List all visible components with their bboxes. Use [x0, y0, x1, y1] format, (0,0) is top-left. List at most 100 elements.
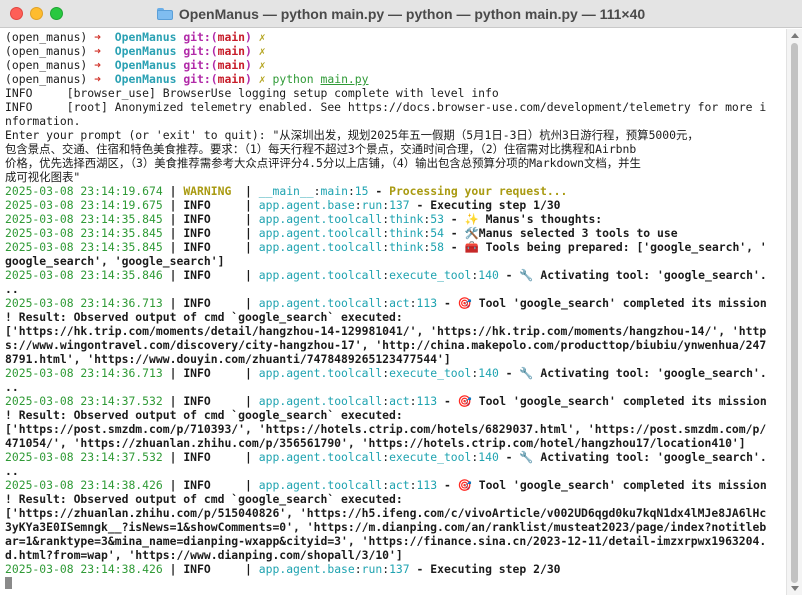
log-continuation-text: ! Result: Observed output of cmd `google…: [5, 408, 403, 422]
log-timestamp: 2025-03-08 23:14:35.845: [5, 226, 163, 240]
log-continuation: 8791.html', 'https://www.douyin.com/zhua…: [5, 352, 786, 366]
scroll-down-arrow-icon[interactable]: [791, 586, 799, 591]
log-separator: |: [238, 184, 259, 198]
log-continuation: s://www.wingontravel.com/discovery/city-…: [5, 338, 786, 352]
log-entry: 2025-03-08 23:14:35.845 | INFO | app.age…: [5, 226, 786, 240]
log-line-number: 140: [478, 366, 499, 380]
prompt-env: (open_manus): [5, 30, 95, 44]
log-continuation: ..: [5, 464, 786, 478]
cursor-line: [5, 576, 786, 590]
log-separator: |: [238, 268, 259, 282]
log-continuation-text: d.html?from=wap', 'https://www.dianping.…: [5, 548, 403, 562]
log-timestamp: 2025-03-08 23:14:35.846: [5, 268, 163, 282]
prompt-branch: main: [217, 30, 246, 44]
log-module: app.agent.toolcall: [258, 240, 383, 254]
user-prompt-text: 价格，优先选择西湖区，（3）美食推荐需参考大众点评评分4.5分以上店铺，（4）输…: [5, 156, 641, 170]
log-line-number: 137: [389, 198, 410, 212]
log-separator: |: [162, 478, 184, 492]
log-level: INFO: [183, 450, 239, 464]
log-function: execute_tool: [389, 366, 472, 380]
log-continuation: ! Result: Observed output of cmd `google…: [5, 408, 786, 422]
log-separator: |: [238, 562, 259, 576]
log-continuation-text: ! Result: Observed output of cmd `google…: [5, 310, 403, 324]
log-line-number: 113: [416, 296, 438, 310]
window-title: OpenManus — python main.py — python — py…: [178, 6, 646, 22]
log-line-number: 113: [416, 478, 438, 492]
terminal-output[interactable]: (open_manus) ➜ OpenManus git:(main) ✗ (op…: [0, 29, 786, 595]
prompt-git-close: ): [245, 72, 259, 86]
log-message: 🛠️Manus selected 3 tools to use: [464, 226, 678, 240]
prompt-git-close: ): [245, 58, 259, 72]
log-dash: -: [443, 226, 465, 240]
log-module: app.agent.toolcall: [258, 268, 383, 282]
scroll-up-arrow-icon[interactable]: [791, 33, 799, 38]
log-module: __main__: [258, 184, 314, 198]
user-prompt-text: 成可视化图表": [5, 170, 81, 184]
log-line-number: 53: [430, 212, 444, 226]
log-function: think: [389, 240, 424, 254]
log-continuation: 3yKYa3E0ISemngk__?isNews=1&showComments=…: [5, 520, 786, 534]
log-level: INFO: [183, 394, 239, 408]
shell-prompt-line: (open_manus) ➜ OpenManus git:(main) ✗: [5, 30, 786, 44]
log-separator: |: [238, 198, 259, 212]
folder-icon: [156, 8, 173, 20]
prompt-arrow-icon: ➜: [94, 72, 115, 86]
log-dash: -: [498, 450, 520, 464]
log-separator: |: [238, 394, 259, 408]
log-line-number: 140: [478, 450, 499, 464]
title-bar: OpenManus — python main.py — python — py…: [0, 0, 802, 28]
log-message: 🎯 Tool 'google_search' completed its mis…: [457, 296, 767, 310]
log-function: think: [389, 226, 424, 240]
log-module: app.agent.base: [258, 198, 355, 212]
log-separator: |: [162, 240, 184, 254]
log-function: think: [389, 212, 424, 226]
log-continuation-text: s://www.wingontravel.com/discovery/city-…: [5, 338, 767, 352]
info-text: INFO [browser_use] BrowserUse logging se…: [5, 86, 499, 100]
prompt-git-close: ): [245, 44, 259, 58]
prompt-git-label: git:(: [183, 72, 218, 86]
user-prompt-text: Enter your prompt (or 'exit' to quit): "…: [5, 128, 699, 142]
log-separator: |: [238, 478, 259, 492]
log-dash: -: [498, 268, 520, 282]
scrollbar-thumb[interactable]: [791, 43, 798, 583]
prompt-git-label: git:(: [183, 30, 218, 44]
log-line-number: 58: [430, 240, 444, 254]
log-message: Processing your request...: [389, 184, 568, 198]
log-continuation-text: 471054/', 'https://zhuanlan.zhihu.com/p/…: [5, 436, 746, 450]
log-function: act: [389, 296, 410, 310]
log-separator: |: [238, 226, 259, 240]
log-continuation-text: ..: [5, 282, 19, 296]
log-level: INFO: [183, 240, 239, 254]
log-continuation-text: ..: [5, 380, 19, 394]
prompt-git-close: ): [245, 30, 259, 44]
log-separator: |: [162, 366, 184, 380]
log-dash: -: [368, 184, 390, 198]
user-prompt-line: 成可视化图表": [5, 170, 786, 184]
log-dash: -: [437, 478, 458, 492]
log-module: app.agent.toolcall: [258, 394, 383, 408]
log-timestamp: 2025-03-08 23:14:37.532: [5, 450, 163, 464]
log-dash: -: [498, 366, 520, 380]
log-entry: 2025-03-08 23:14:19.674 | WARNING | __ma…: [5, 184, 786, 198]
log-dash: -: [409, 198, 431, 212]
log-continuation-text: 3yKYa3E0ISemngk__?isNews=1&showComments=…: [5, 520, 767, 534]
prompt-command-arg: main.py: [320, 72, 369, 86]
log-continuation-text: ..: [5, 464, 19, 478]
log-continuation: ar=1&ranktype=3&mina_name=dianping-wxapp…: [5, 534, 786, 548]
prompt-env: (open_manus): [5, 44, 95, 58]
log-separator: |: [162, 184, 184, 198]
log-message: 🔧 Activating tool: 'google_search'.: [519, 450, 767, 464]
log-separator: |: [162, 562, 184, 576]
log-continuation-text: ! Result: Observed output of cmd `google…: [5, 492, 403, 506]
scrollbar[interactable]: [786, 29, 802, 595]
info-line: INFO [root] Anonymized telemetry enabled…: [5, 100, 786, 114]
log-dash: -: [443, 212, 465, 226]
info-line: INFO [browser_use] BrowserUse logging se…: [5, 86, 786, 100]
log-function: main: [320, 184, 348, 198]
prompt-env: (open_manus): [5, 72, 95, 86]
log-separator: |: [162, 212, 184, 226]
log-continuation: google_search', 'google_search']: [5, 254, 786, 268]
log-function: execute_tool: [389, 450, 472, 464]
log-message: Executing step 1/30: [430, 198, 561, 212]
log-separator: |: [162, 296, 184, 310]
